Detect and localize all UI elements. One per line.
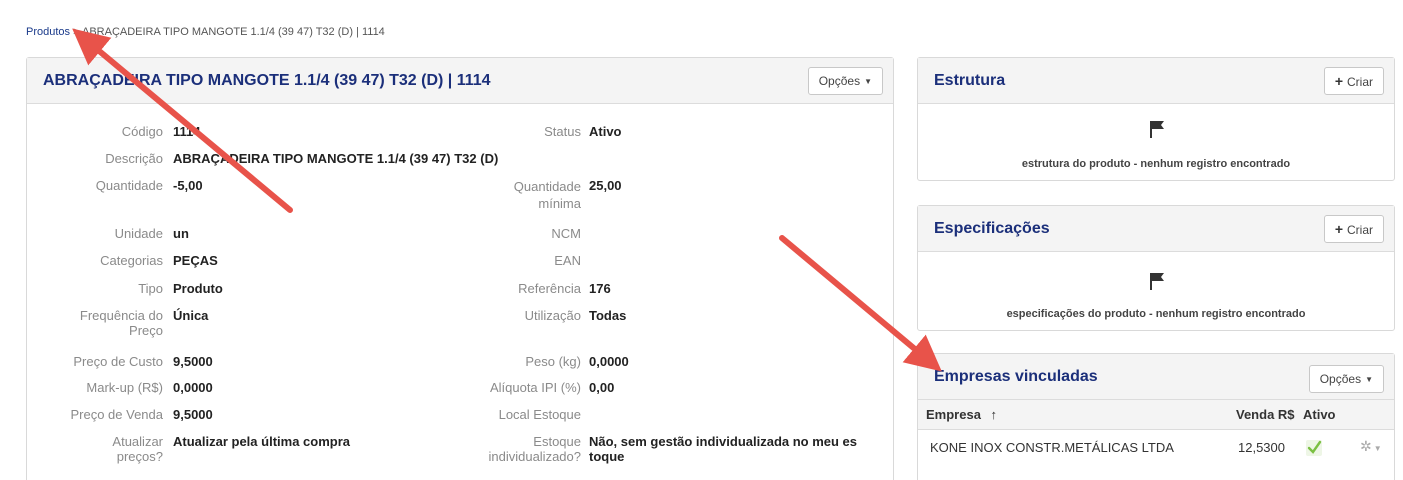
label-atualizar-line2: preços?: [116, 449, 163, 464]
label-estoque-line1: Estoque: [533, 434, 581, 449]
breadcrumb-separator: >: [73, 26, 80, 38]
value-estoque-line2: toque: [589, 449, 625, 464]
label-quantidade-minima: Quantidade mínima: [514, 178, 581, 212]
empresas-vinculadas-panel: Empresas vinculadas Opções ▼ Empresa ↑ Ve…: [917, 353, 1395, 480]
label-status: Status: [544, 124, 581, 139]
product-panel-header: ABRAÇADEIRA TIPO MANGOTE 1.1/4 (39 47) T…: [27, 58, 893, 104]
breadcrumb: Produtos > ABRAÇADEIRA TIPO MANGOTE 1.1/…: [26, 26, 385, 38]
label-frequencia-line2: Preço: [129, 323, 163, 338]
value-quantidade-minima: 25,00: [589, 178, 622, 193]
table-row: KONE INOX CONSTR.METÁLICAS LTDA 12,5300 …: [918, 430, 1394, 466]
label-estoque-line2: individualizado?: [488, 449, 581, 464]
label-preco-venda: Preço de Venda: [70, 407, 163, 422]
value-quantidade: -5,00: [173, 178, 203, 193]
row-empresa: KONE INOX CONSTR.METÁLICAS LTDA: [930, 440, 1174, 455]
column-empresa-label: Empresa: [926, 407, 981, 422]
especificacoes-create-button[interactable]: + Criar: [1323, 215, 1384, 243]
label-frequencia-preco: Frequência do Preço: [80, 308, 163, 338]
column-ativo[interactable]: Ativo: [1303, 407, 1336, 422]
label-quantidade-minima-line2: mínima: [538, 196, 581, 211]
label-estoque-individualizado: Estoque individualizado?: [488, 434, 581, 464]
product-fields: Código 1114 Status Ativo Descrição ABRAÇ…: [27, 104, 893, 480]
options-label: Opções: [1319, 372, 1362, 386]
estrutura-panel: Estrutura + Criar estrutura do produto - …: [917, 57, 1395, 181]
value-categorias: PEÇAS: [173, 253, 218, 268]
label-ean: EAN: [554, 253, 581, 268]
value-utilizacao: Todas: [589, 308, 627, 323]
label-atualizar-line1: Atualizar: [112, 434, 163, 449]
plus-icon: +: [1334, 221, 1343, 237]
label-categorias: Categorias: [100, 253, 163, 268]
column-venda[interactable]: Venda R$: [1236, 407, 1295, 422]
especificacoes-header: Especificações + Criar: [918, 206, 1394, 252]
estrutura-empty-message: estrutura do produto - nenhum registro e…: [1021, 158, 1291, 170]
value-frequencia: Única: [173, 308, 209, 323]
caret-down-icon: ▼: [1365, 374, 1373, 384]
label-ncm: NCM: [551, 226, 581, 241]
label-tipo: Tipo: [138, 281, 163, 296]
product-options-button[interactable]: Opções ▼: [807, 67, 883, 95]
empresas-options-button[interactable]: Opções ▼: [1308, 365, 1384, 393]
value-estoque-individualizado: Não, sem gestão individualizada no meu e…: [589, 434, 857, 464]
value-aliquota-ipi: 0,00: [589, 380, 615, 395]
value-atualizar-precos: Atualizar pela última compra: [173, 434, 350, 449]
value-status: Ativo: [589, 124, 622, 139]
label-peso: Peso (kg): [525, 354, 581, 369]
options-label: Opções: [818, 74, 861, 88]
label-referencia: Referência: [518, 281, 581, 296]
breadcrumb-current: ABRAÇADEIRA TIPO MANGOTE 1.1/4 (39 47) T…: [81, 26, 385, 38]
label-quantidade-minima-line1: Quantidade: [513, 179, 581, 194]
value-codigo: 1114: [173, 124, 201, 139]
label-preco-custo: Preço de Custo: [73, 354, 163, 369]
product-title: ABRAÇADEIRA TIPO MANGOTE 1.1/4 (39 47) T…: [43, 72, 491, 89]
empresas-table-header: Empresa ↑ Venda R$ Ativo: [918, 400, 1394, 430]
label-markup: Mark-up (R$): [86, 380, 163, 395]
label-aliquota-ipi: Alíquota IPI (%): [489, 380, 581, 395]
value-peso: 0,0000: [589, 354, 629, 369]
row-venda: 12,5300: [1238, 440, 1285, 455]
label-utilizacao: Utilização: [524, 308, 581, 323]
label-descricao: Descrição: [105, 151, 163, 166]
value-unidade: un: [173, 226, 189, 241]
product-detail-panel: ABRAÇADEIRA TIPO MANGOTE 1.1/4 (39 47) T…: [26, 57, 894, 480]
sort-asc-icon: ↑: [990, 407, 998, 422]
estrutura-header: Estrutura + Criar: [918, 58, 1394, 104]
value-estoque-line1: Não, sem gestão individualizada no meu e…: [589, 434, 858, 449]
especificacoes-panel: Especificações + Criar especificações do …: [917, 205, 1395, 331]
especificacoes-empty-message: especificações do produto - nenhum regis…: [1006, 308, 1306, 320]
plus-icon: +: [1334, 73, 1343, 89]
label-unidade: Unidade: [114, 226, 163, 241]
value-referencia: 176: [589, 281, 611, 296]
flag-icon: [1150, 121, 1164, 138]
empresas-header: Empresas vinculadas Opções ▼: [918, 354, 1394, 400]
empresas-title: Empresas vinculadas: [934, 368, 1098, 385]
column-empresa[interactable]: Empresa ↑: [926, 407, 997, 422]
label-atualizar-precos: Atualizar preços?: [112, 434, 163, 464]
value-descricao: ABRAÇADEIRA TIPO MANGOTE 1.1/4 (39 47) T…: [173, 151, 499, 166]
estrutura-create-button[interactable]: + Criar: [1323, 67, 1384, 95]
row-actions-gear-icon[interactable]: ✲ ▼: [1360, 438, 1382, 455]
flag-icon: [1150, 273, 1164, 290]
caret-down-icon: ▼: [864, 76, 872, 86]
value-tipo: Produto: [173, 281, 223, 296]
value-markup: 0,0000: [173, 380, 213, 395]
breadcrumb-link-produtos[interactable]: Produtos: [26, 26, 70, 38]
label-frequencia-line1: Frequência do: [79, 308, 163, 323]
create-label: Criar: [1347, 223, 1373, 237]
label-codigo: Código: [121, 124, 163, 139]
value-preco-venda: 9,5000: [173, 407, 213, 422]
label-quantidade: Quantidade: [95, 178, 163, 193]
estrutura-title: Estrutura: [934, 72, 1006, 89]
create-label: Criar: [1347, 75, 1373, 89]
label-local-estoque: Local Estoque: [498, 407, 581, 422]
especificacoes-title: Especificações: [934, 220, 1050, 237]
check-icon: [1306, 440, 1322, 456]
value-preco-custo: 9,5000: [173, 354, 213, 369]
